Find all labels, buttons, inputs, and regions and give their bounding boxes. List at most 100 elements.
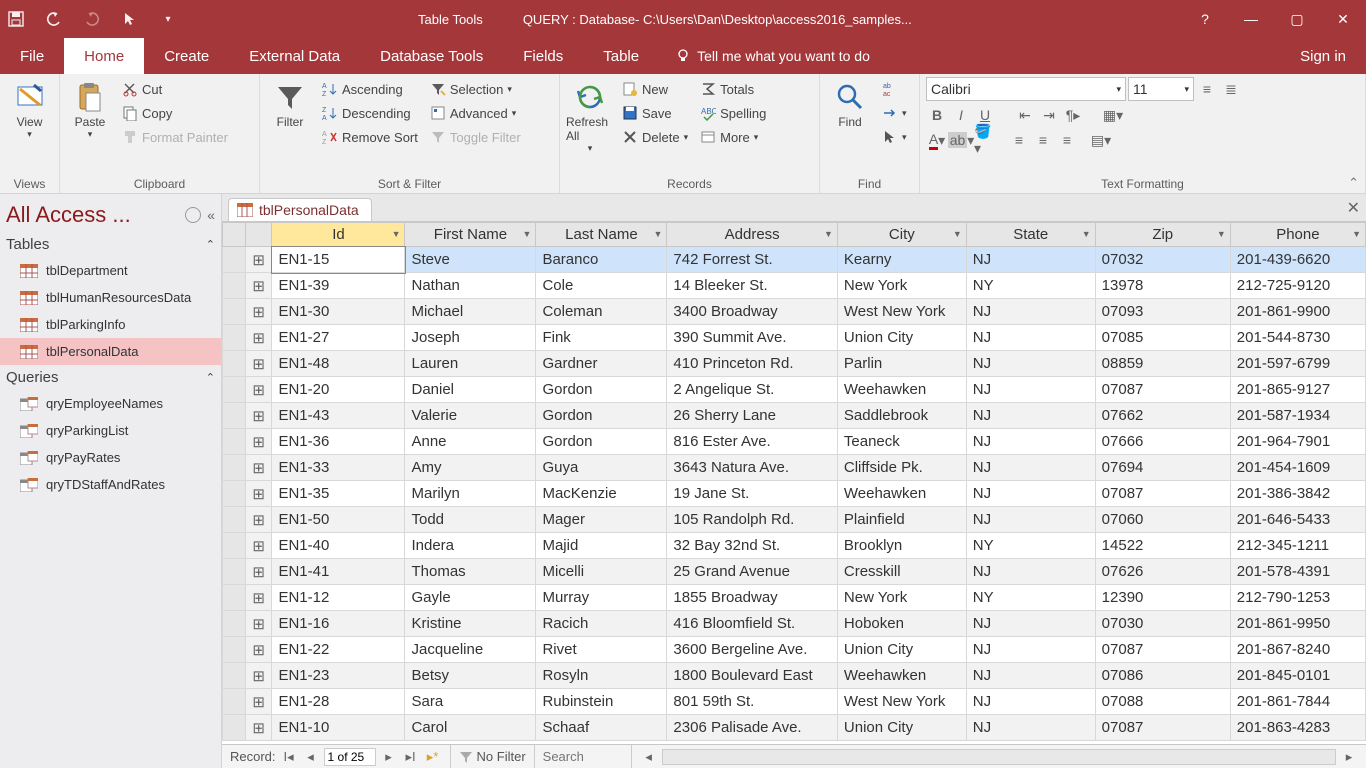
select-all-cell[interactable] [223,223,246,247]
cell[interactable]: 201-386-3842 [1230,481,1365,507]
cell[interactable]: Weehawken [837,481,966,507]
tab-fields[interactable]: Fields [503,38,583,74]
filter-dropdown-icon[interactable]: ▼ [953,229,962,239]
cell[interactable]: Joseph [405,325,536,351]
tab-create[interactable]: Create [144,38,229,74]
expand-icon[interactable]: ⊞ [245,429,272,455]
nav-item-qrytdstaffandrates[interactable]: qryTDStaffAndRates [0,471,221,498]
tab-file[interactable]: File [0,38,64,74]
expand-icon[interactable]: ⊞ [245,273,272,299]
cell[interactable]: New York [837,273,966,299]
cell[interactable]: New York [837,585,966,611]
cell[interactable]: 3600 Bergeline Ave. [667,637,837,663]
cell[interactable]: 26 Sherry Lane [667,403,837,429]
cell[interactable]: 201-861-7844 [1230,689,1365,715]
row-selector[interactable] [223,351,246,377]
italic-button[interactable]: I [950,104,972,126]
spelling-button[interactable]: ABCSpelling [696,101,770,125]
cell[interactable]: Rivet [536,637,667,663]
cell[interactable]: EN1-39 [272,273,405,299]
format-painter-button[interactable]: Format Painter [118,125,232,149]
row-selector[interactable] [223,481,246,507]
cell[interactable]: EN1-33 [272,455,405,481]
close-icon[interactable]: ✕ [1320,0,1366,38]
last-record-icon[interactable]: ▸I [402,748,420,766]
cell[interactable]: 390 Summit Ave. [667,325,837,351]
cell[interactable]: NJ [966,637,1095,663]
remove-sort-button[interactable]: AZRemove Sort [318,125,422,149]
cell[interactable]: Jacqueline [405,637,536,663]
doc-tab-tblpersonaldata[interactable]: tblPersonalData [228,198,372,221]
cell[interactable]: Hoboken [837,611,966,637]
expand-icon[interactable]: ⊞ [245,351,272,377]
cell[interactable]: 212-725-9120 [1230,273,1365,299]
save-record-button[interactable]: Save [618,101,692,125]
filter-dropdown-icon[interactable]: ▼ [1352,229,1361,239]
expand-icon[interactable]: ⊞ [245,247,272,273]
tab-home[interactable]: Home [64,38,144,74]
cell[interactable]: 14 Bleeker St. [667,273,837,299]
cell[interactable]: 07060 [1095,507,1230,533]
cell[interactable]: Carol [405,715,536,741]
align-right-icon[interactable]: ≡ [1056,129,1078,151]
new-record-icon[interactable]: ▸* [424,748,442,766]
cell[interactable]: Union City [837,325,966,351]
cell[interactable]: NJ [966,715,1095,741]
cell[interactable]: Union City [837,637,966,663]
expand-icon[interactable]: ⊞ [245,689,272,715]
undo-icon[interactable] [44,9,64,29]
cell[interactable]: 1855 Broadway [667,585,837,611]
cell[interactable]: 201-861-9900 [1230,299,1365,325]
cell[interactable]: Todd [405,507,536,533]
filter-dropdown-icon[interactable]: ▼ [392,229,401,239]
cell[interactable]: Coleman [536,299,667,325]
bullets-icon[interactable]: ≡ [1196,78,1218,100]
cell[interactable]: NJ [966,299,1095,325]
select-button[interactable]: ▾ [878,125,911,149]
cell[interactable]: Michael [405,299,536,325]
cell[interactable]: Murray [536,585,667,611]
cell[interactable]: Gordon [536,429,667,455]
cell[interactable]: Gardner [536,351,667,377]
expand-icon[interactable]: ⊞ [245,299,272,325]
cell[interactable]: Cole [536,273,667,299]
cell[interactable]: Amy [405,455,536,481]
toggle-filter-button[interactable]: Toggle Filter [426,125,525,149]
cell[interactable]: NJ [966,377,1095,403]
cut-button[interactable]: Cut [118,77,232,101]
row-selector[interactable] [223,299,246,325]
cell[interactable]: NJ [966,611,1095,637]
cell[interactable]: 07087 [1095,637,1230,663]
cell[interactable]: Union City [837,715,966,741]
cell[interactable]: 201-646-5433 [1230,507,1365,533]
cell[interactable]: 410 Princeton Rd. [667,351,837,377]
scroll-left-icon[interactable]: ◂ [640,748,658,766]
inc-indent-icon[interactable]: ⇥ [1038,104,1060,126]
cell[interactable]: West New York [837,299,966,325]
nav-item-qryemployeenames[interactable]: qryEmployeeNames [0,390,221,417]
filter-dropdown-icon[interactable]: ▼ [523,229,532,239]
cell[interactable]: EN1-23 [272,663,405,689]
cell[interactable]: Guya [536,455,667,481]
cell[interactable]: 07085 [1095,325,1230,351]
ltr-icon[interactable]: ¶▸ [1062,104,1084,126]
expand-icon[interactable]: ⊞ [245,455,272,481]
cell[interactable]: 14522 [1095,533,1230,559]
cell[interactable]: NJ [966,663,1095,689]
cell[interactable]: 742 Forrest St. [667,247,837,273]
cell[interactable]: EN1-16 [272,611,405,637]
cell[interactable]: EN1-28 [272,689,405,715]
cell[interactable]: 07087 [1095,715,1230,741]
redo-icon[interactable] [82,9,102,29]
qat-customize-icon[interactable]: ▾ [158,9,178,29]
nav-item-tbldepartment[interactable]: tblDepartment [0,257,221,284]
sign-in-link[interactable]: Sign in [1280,48,1366,65]
maximize-icon[interactable]: ▢ [1274,0,1320,38]
cell[interactable]: Cresskill [837,559,966,585]
column-header-state[interactable]: State▼ [966,223,1095,247]
column-header-last-name[interactable]: Last Name▼ [536,223,667,247]
nav-collapse-icon[interactable]: « [207,207,215,223]
cell[interactable]: EN1-30 [272,299,405,325]
font-color-button[interactable]: A▾ [926,129,948,151]
new-button[interactable]: New [618,77,692,101]
